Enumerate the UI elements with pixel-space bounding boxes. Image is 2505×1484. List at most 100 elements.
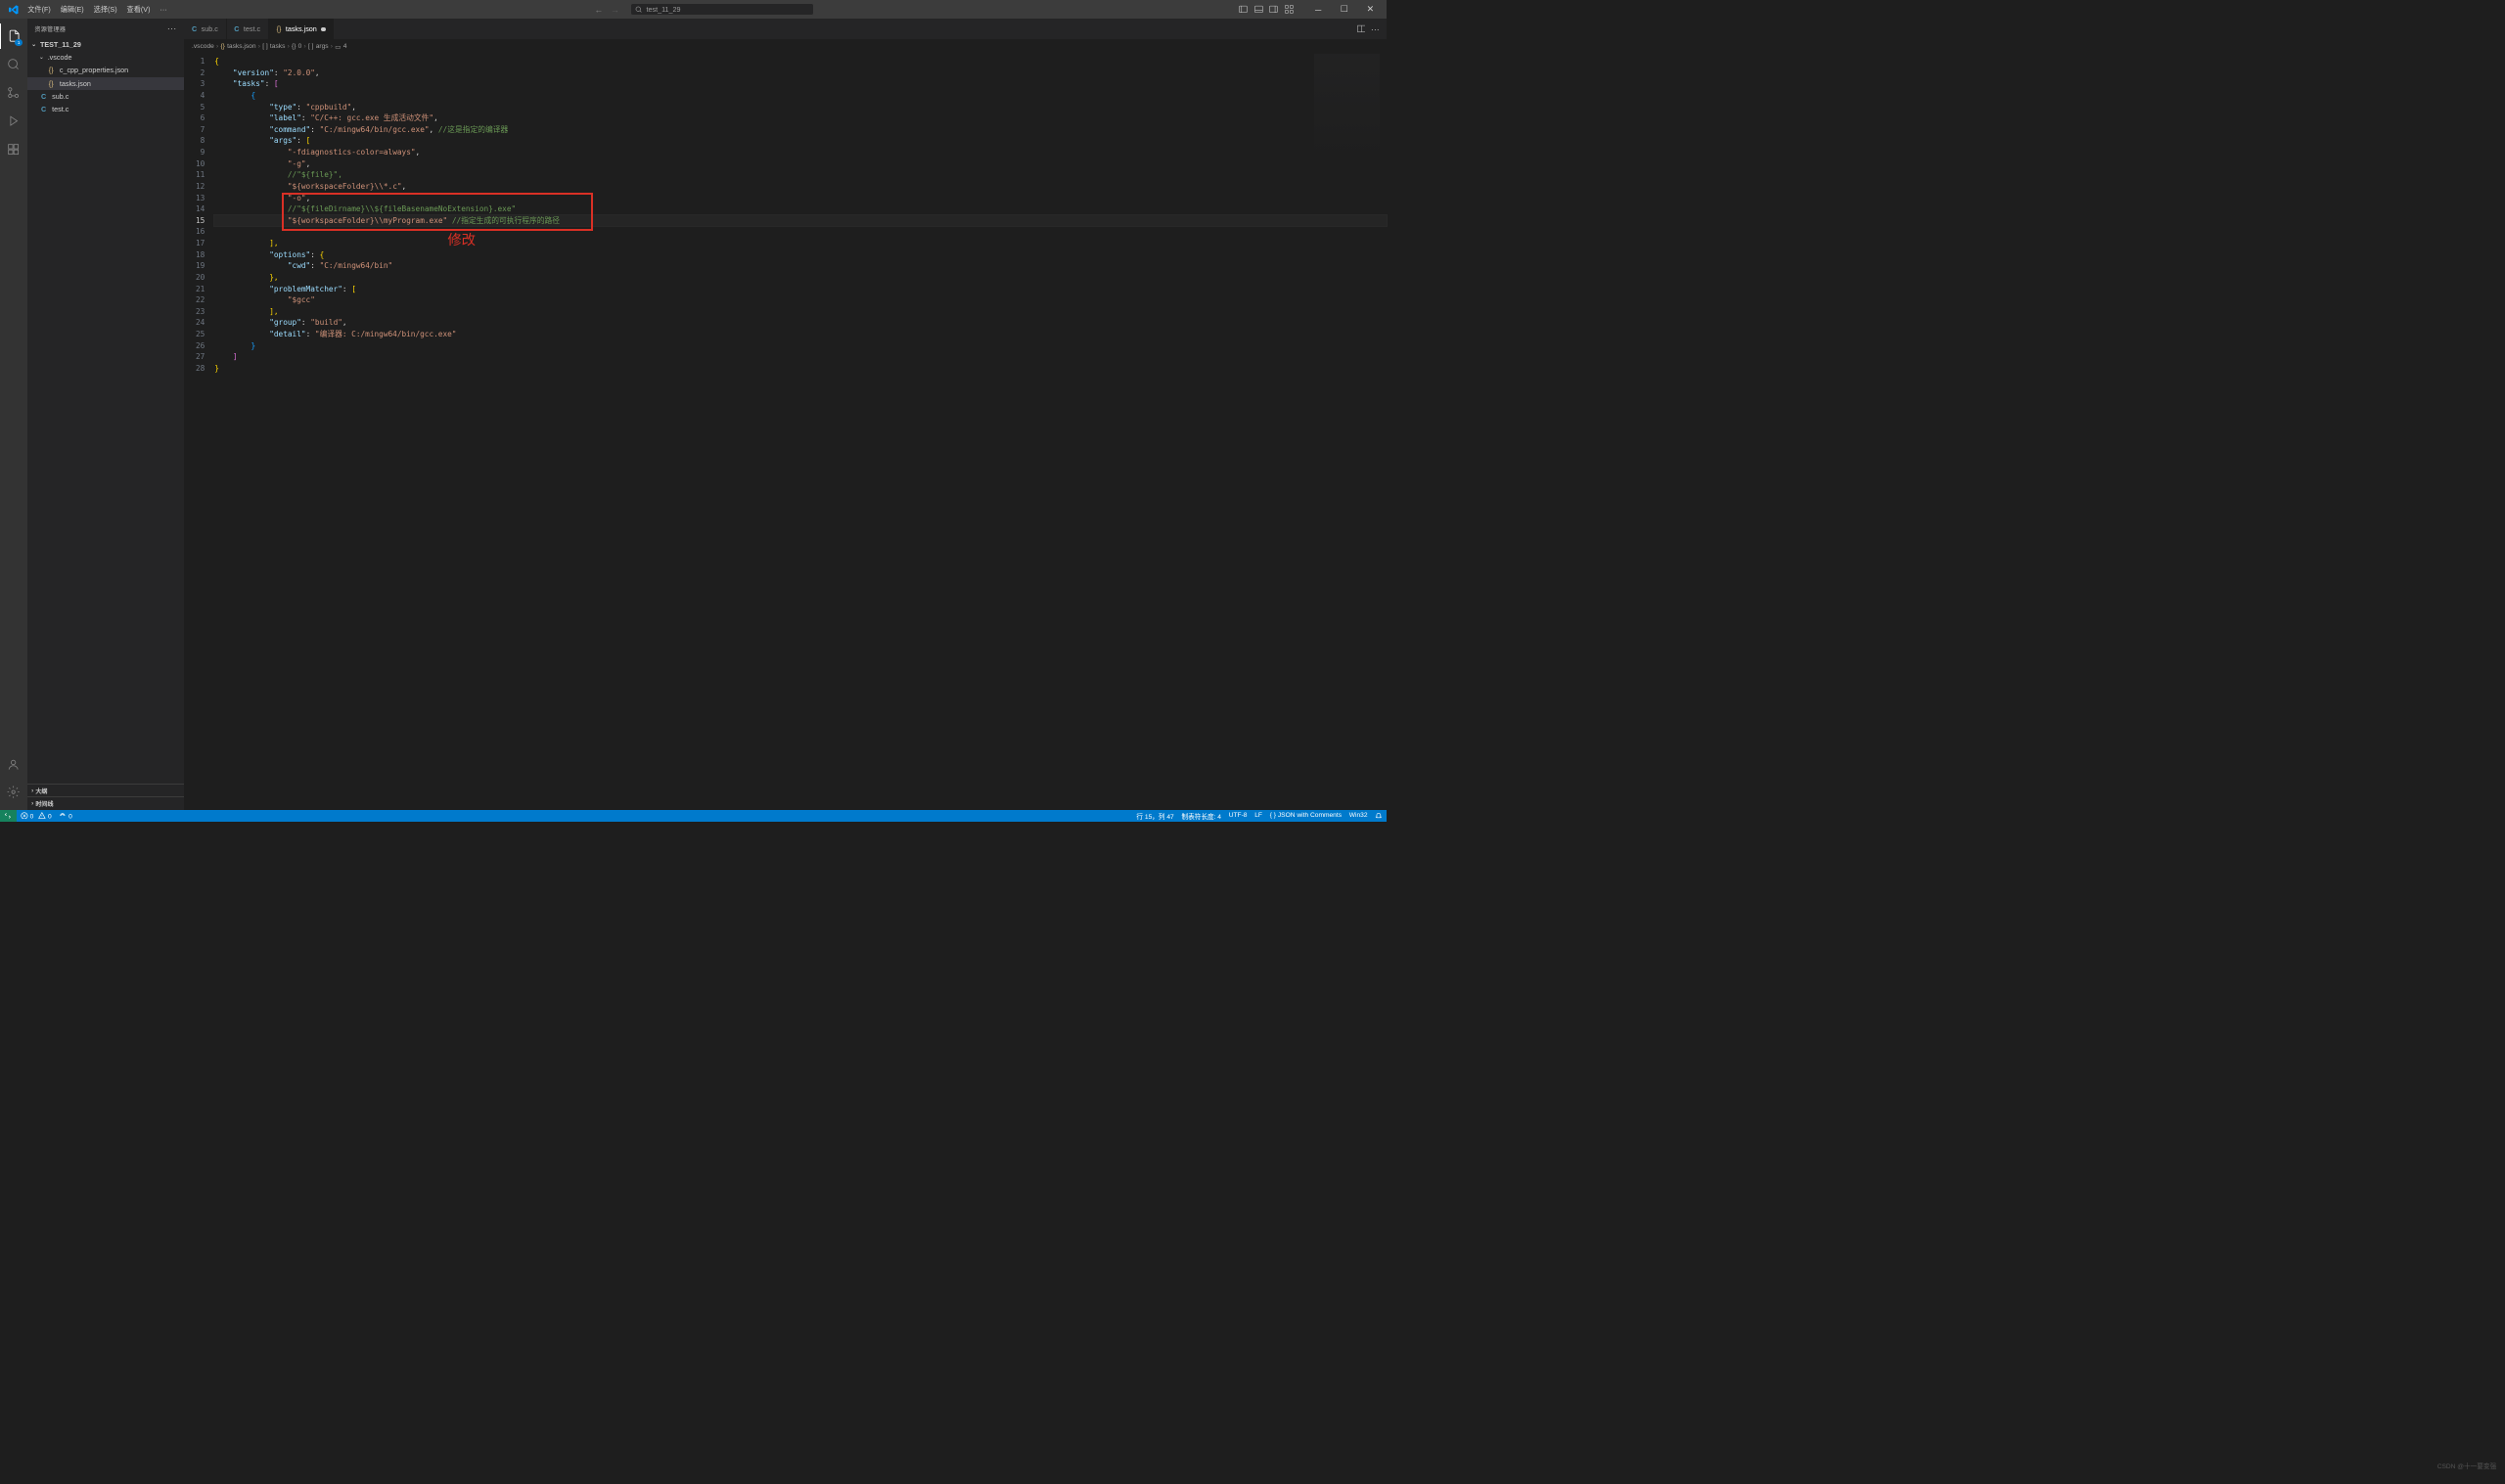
chevron-down-icon: ⌄: [31, 41, 40, 48]
breadcrumb-item[interactable]: 0: [298, 43, 302, 50]
menu-view[interactable]: 查看(V): [122, 2, 155, 16]
breadcrumb-item[interactable]: tasks: [270, 43, 285, 50]
tree-file-cprops[interactable]: {} c_cpp_properties.json: [27, 64, 185, 76]
layout-panel-right-icon[interactable]: [1268, 4, 1280, 16]
menu-select[interactable]: 选择(S): [89, 2, 121, 16]
file-label: test.c: [52, 105, 68, 113]
code-content[interactable]: { "version": "2.0.0", "tasks": [ { "type…: [214, 54, 1387, 810]
breadcrumb-item[interactable]: .vscode: [192, 43, 214, 50]
file-tree: ⌄ TEST_11_29 ⌄ .vscode {} c_cpp_properti…: [27, 38, 185, 784]
window-close-icon[interactable]: ✕: [1358, 0, 1383, 19]
outline-label: 大纲: [35, 787, 47, 795]
status-encoding[interactable]: UTF-8: [1229, 812, 1248, 819]
status-bar: 0 0 0 行 15，列 47 制表符长度: 4 UTF-8 LF { } JS…: [0, 810, 1387, 822]
tab-label: test.c: [244, 24, 260, 33]
dirty-indicator-icon: [321, 27, 325, 31]
nav-back-icon[interactable]: ←: [595, 5, 604, 15]
tab-tasks[interactable]: {} tasks.json: [269, 19, 335, 39]
outline-section[interactable]: › 大纲: [27, 784, 185, 796]
sidebar-more-icon[interactable]: ···: [167, 23, 177, 33]
status-problems[interactable]: 0 0: [21, 812, 52, 821]
activity-extensions-icon[interactable]: [0, 136, 27, 162]
status-notifications-icon[interactable]: [1375, 812, 1383, 820]
json-file-icon: {}: [277, 24, 282, 33]
sidebar-title: 资源管理器: [34, 24, 66, 33]
c-file-icon: C: [41, 92, 52, 101]
json-file-icon: {}: [220, 43, 224, 50]
timeline-label: 时间线: [35, 799, 53, 808]
file-label: c_cpp_properties.json: [60, 66, 128, 74]
editor-area: C sub.c C test.c {} tasks.json ··· .vsco…: [184, 19, 1387, 809]
c-file-icon: C: [192, 24, 197, 33]
search-icon: [635, 6, 643, 14]
watermark: CSDN @十一要变强: [2437, 1461, 2496, 1470]
layout-panel-left-icon[interactable]: [1238, 4, 1250, 16]
chevron-right-icon: ›: [31, 800, 33, 807]
menu-more[interactable]: ···: [156, 2, 171, 16]
activity-search-icon[interactable]: [0, 52, 27, 78]
minimap[interactable]: [1314, 54, 1379, 162]
main-menu: 文件(F) 编辑(E) 选择(S) 查看(V) ···: [23, 2, 171, 16]
layout-customize-icon[interactable]: [1283, 4, 1295, 16]
status-eol[interactable]: LF: [1254, 812, 1262, 819]
tab-label: tasks.json: [286, 24, 317, 33]
vscode-logo-icon: [4, 5, 23, 15]
array-icon: [ ]: [308, 43, 314, 50]
activity-settings-icon[interactable]: [0, 780, 27, 806]
chevron-down-icon: ⌄: [39, 54, 48, 61]
search-text: test_11_29: [647, 5, 681, 14]
activity-bar: 1: [0, 19, 27, 809]
explorer-badge: 1: [15, 39, 23, 46]
explorer-sidebar: 资源管理器 ··· ⌄ TEST_11_29 ⌄ .vscode {} c_cp…: [27, 19, 185, 809]
layout-panel-bottom-icon[interactable]: [1252, 4, 1264, 16]
string-icon: ▭: [335, 43, 341, 51]
json-file-icon: {}: [49, 79, 60, 88]
c-file-icon: C: [234, 24, 239, 33]
file-label: sub.c: [52, 92, 68, 101]
status-platform[interactable]: Win32: [1349, 812, 1368, 819]
status-indent[interactable]: 制表符长度: 4: [1181, 811, 1221, 821]
chevron-right-icon: ›: [31, 787, 33, 794]
menu-file[interactable]: 文件(F): [23, 2, 55, 16]
status-ports[interactable]: 0: [59, 812, 71, 821]
tree-root[interactable]: ⌄ TEST_11_29: [27, 38, 185, 51]
sidebar-header: 资源管理器 ···: [27, 19, 185, 37]
titlebar: 文件(F) 编辑(E) 选择(S) 查看(V) ··· ← → test_11_…: [0, 0, 1387, 19]
timeline-section[interactable]: › 时间线: [27, 796, 185, 809]
activity-account-icon[interactable]: [0, 751, 27, 778]
tab-sub[interactable]: C sub.c: [184, 19, 226, 39]
tab-more-icon[interactable]: ···: [1371, 24, 1380, 34]
file-label: tasks.json: [60, 79, 91, 88]
breadcrumb-item[interactable]: args: [316, 43, 329, 50]
tab-label: sub.c: [202, 24, 218, 33]
nav-forward-icon[interactable]: →: [611, 5, 619, 15]
split-editor-icon[interactable]: [1357, 24, 1366, 33]
line-gutter: 1234 5678 9101112 13141516 17181920 2122…: [184, 54, 214, 810]
tab-test[interactable]: C test.c: [227, 19, 269, 39]
window-maximize-icon[interactable]: ☐: [1332, 0, 1356, 19]
breadcrumb-item[interactable]: 4: [343, 43, 347, 50]
json-file-icon: {}: [49, 66, 60, 74]
folder-label: .vscode: [48, 53, 72, 62]
editor-tabs: C sub.c C test.c {} tasks.json ···: [184, 19, 1387, 39]
activity-scm-icon[interactable]: [0, 79, 27, 106]
window-minimize-icon[interactable]: ─: [1305, 0, 1330, 19]
status-language[interactable]: { } JSON with Comments: [1270, 812, 1342, 819]
c-file-icon: C: [41, 105, 52, 113]
breadcrumb[interactable]: .vscode › {} tasks.json › [ ] tasks › {}…: [184, 39, 1387, 53]
activity-debug-icon[interactable]: [0, 108, 27, 134]
tree-file-test[interactable]: C test.c: [27, 103, 185, 115]
breadcrumb-item[interactable]: tasks.json: [227, 43, 255, 50]
command-center[interactable]: test_11_29: [630, 3, 814, 16]
object-icon: {}: [292, 43, 296, 50]
tree-file-sub[interactable]: C sub.c: [27, 90, 185, 103]
menu-edit[interactable]: 编辑(E): [56, 2, 88, 16]
activity-explorer-icon[interactable]: 1: [0, 23, 27, 50]
array-icon: [ ]: [262, 43, 268, 50]
tree-root-label: TEST_11_29: [40, 40, 81, 49]
tree-folder-vscode[interactable]: ⌄ .vscode: [27, 51, 185, 64]
status-cursor[interactable]: 行 15，列 47: [1136, 811, 1173, 821]
remote-indicator[interactable]: [0, 810, 17, 822]
tree-file-tasks[interactable]: {} tasks.json: [27, 77, 185, 90]
code-editor[interactable]: 1234 5678 9101112 13141516 17181920 2122…: [184, 54, 1387, 810]
